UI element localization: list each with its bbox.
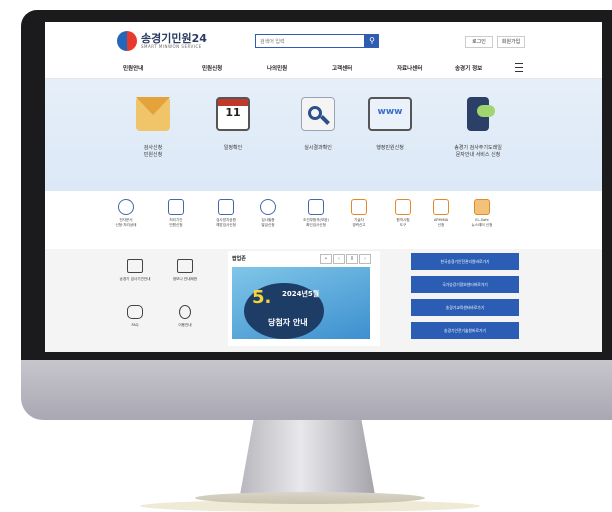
service-label: 실시결과확인 — [304, 145, 332, 151]
hero-services: 검사신청 민원신청 11 일정확인 실시결과확인 www 행정민원신청 송경기 … — [45, 79, 602, 191]
tile-usage[interactable]: 이용안내 — [165, 301, 205, 339]
calendar-icon: 11 — [216, 97, 250, 131]
info-icon — [179, 305, 191, 319]
service-label: 일정확인 — [223, 145, 243, 151]
popup-next-button[interactable]: › — [359, 254, 371, 264]
checkbox-icon — [308, 199, 324, 215]
service-inspection-apply[interactable]: 검사신청 민원신청 — [113, 97, 193, 159]
main-nav: 민원안내 민원신청 나의민원 고객센터 자료나센터 송경기 정보 — [45, 60, 602, 79]
service-admin[interactable]: www 행정민원신청 — [350, 97, 430, 152]
quick-links: 전자문서 신청·처리상태 처리기간 민원신청 검사방지공원 예방검사신청 검사필… — [45, 191, 602, 249]
envelope-icon — [136, 97, 170, 131]
tile-label: 이용안내 — [178, 323, 192, 327]
calendar-day: 11 — [225, 106, 241, 119]
service-schedule[interactable]: 11 일정확인 — [193, 97, 273, 152]
quick-link-label: 기술자 경력신고 — [352, 218, 366, 227]
person-icon — [118, 199, 134, 215]
link-button-edu-center[interactable]: 송경기교육센터바로가기 — [411, 299, 519, 316]
quick-link[interactable]: 기술자 경력신고 — [344, 199, 374, 228]
site-logo[interactable]: 송경기민원24 SMART MINWON SERVICE — [117, 31, 207, 51]
printer-icon — [218, 199, 234, 215]
document-edit-icon — [177, 259, 193, 273]
popup-prev-button[interactable]: ‹ — [333, 254, 345, 264]
toolbox-icon — [395, 199, 411, 215]
monitor-chin — [21, 360, 612, 420]
tile-label: FAQ — [131, 323, 139, 327]
popup-indicator[interactable]: • — [320, 254, 332, 264]
tile-org-guide[interactable]: 송경기 검사기관안내 — [115, 255, 155, 293]
nav-item-info[interactable]: 송경기 정보 — [455, 64, 482, 72]
quick-link-label: APMIMA 신청 — [433, 218, 449, 227]
service-label: 행정민원신청 — [376, 145, 404, 151]
logo-subtitle: SMART MINWON SERVICE — [141, 44, 202, 49]
search-input[interactable]: 검색어 입력 — [255, 34, 365, 48]
nav-item-resources[interactable]: 자료나센터 — [397, 64, 422, 72]
site-header: 송경기민원24 SMART MINWON SERVICE 검색어 입력 ⚲ 로그… — [45, 22, 602, 60]
book-icon — [474, 199, 490, 215]
link-button-info-center[interactable]: 국가승강기정보센터바로가기 — [411, 276, 519, 293]
service-sms[interactable]: 송경기 검사주기도래일 문자안내 서비스 신청 — [438, 97, 518, 159]
banner-line2: 당첨자 안내 — [268, 318, 308, 327]
quick-link[interactable]: 검사필증 발급신청 — [253, 199, 283, 228]
banner-number: 5. — [252, 287, 272, 308]
service-label: 송경기 검사주기도래일 문자안내 서비스 신청 — [454, 145, 502, 158]
tablet-web-icon: www — [368, 97, 412, 131]
quick-link[interactable]: 원격시험 도구 — [388, 199, 418, 228]
popup-banner[interactable]: 5. 2024년5월 당첨자 안내 — [232, 267, 370, 339]
quick-link-label: 검사방지공원 예방검사신청 — [216, 218, 236, 227]
chart-board-icon — [127, 259, 143, 273]
tile-label: 정보나 안내제한 — [172, 277, 198, 281]
popup-title: 팝업존 — [232, 256, 246, 262]
join-button[interactable]: 회원가입 — [497, 36, 525, 48]
banner-line1: 2024년5월 — [282, 290, 320, 298]
nav-item-my[interactable]: 나의민원 — [267, 64, 287, 72]
search-button[interactable]: ⚲ — [365, 34, 379, 48]
tile-label: 송경기 검사기관안내 — [119, 277, 151, 281]
popup-pause-button[interactable]: II — [346, 254, 358, 264]
quick-link-label: 처리기간 민원신청 — [169, 218, 183, 227]
link-button-tech-institute[interactable]: 송경기안전기술원바로가기 — [411, 322, 519, 339]
calendar-icon — [168, 199, 184, 215]
quick-link-label: 검사필증 발급신청 — [261, 218, 275, 227]
quick-link-label: 전자문서 신청·처리상태 — [115, 218, 137, 227]
service-results[interactable]: 실시결과확인 — [278, 97, 358, 152]
pie-chart-icon — [260, 199, 276, 215]
monitor-stand — [240, 420, 375, 495]
logo-title: 송경기민원24 — [141, 32, 207, 45]
quick-link[interactable]: EL-Safe 뉴스레터 신청 — [467, 199, 497, 228]
website-screen: 송경기민원24 SMART MINWON SERVICE 검색어 입력 ⚲ 로그… — [45, 22, 602, 352]
popup-zone: 팝업존 • ‹ II › 5. 2024년5월 당첨자 안내 — [228, 251, 380, 346]
monitor-stand-base — [195, 492, 425, 504]
quick-link[interactable]: APMIMA 신청 — [426, 199, 456, 228]
quick-link[interactable]: 조건부합격(보완) 확인검사신청 — [301, 199, 331, 228]
logo-mark-icon — [117, 31, 137, 51]
login-button[interactable]: 로그인 — [465, 36, 493, 48]
lower-section: 송경기 검사기관안내 정보나 안내제한 FAQ 이용안내 팝업존 • ‹ II … — [45, 249, 602, 352]
hamburger-menu-icon[interactable] — [515, 63, 523, 72]
nav-item-support[interactable]: 고객센터 — [332, 64, 352, 72]
quick-link[interactable]: 검사방지공원 예방검사신청 — [211, 199, 241, 228]
quick-link-label: 조건부합격(보완) 확인검사신청 — [303, 218, 329, 227]
quick-link[interactable]: 전자문서 신청·처리상태 — [111, 199, 141, 228]
document-search-icon — [301, 97, 335, 131]
tile-faq[interactable]: FAQ — [115, 301, 155, 339]
mobile-chat-icon — [467, 97, 495, 131]
quick-link-label: EL-Safe 뉴스레터 신청 — [471, 218, 493, 227]
link-button-kesi[interactable]: 한국송경기안전관리원바로가기 — [411, 253, 519, 270]
tile-info-limit[interactable]: 정보나 안내제한 — [165, 255, 205, 293]
service-label: 검사신청 민원신청 — [143, 145, 163, 158]
nav-item-apply[interactable]: 민원신청 — [202, 64, 222, 72]
nav-item-guide[interactable]: 민원안내 — [123, 64, 143, 72]
file-icon — [433, 199, 449, 215]
quick-link-label: 원격시험 도구 — [396, 218, 410, 227]
search-icon: ⚲ — [369, 36, 375, 45]
quick-link[interactable]: 처리기간 민원신청 — [161, 199, 191, 228]
document-edit-icon — [351, 199, 367, 215]
chat-bubble-icon — [127, 305, 143, 319]
